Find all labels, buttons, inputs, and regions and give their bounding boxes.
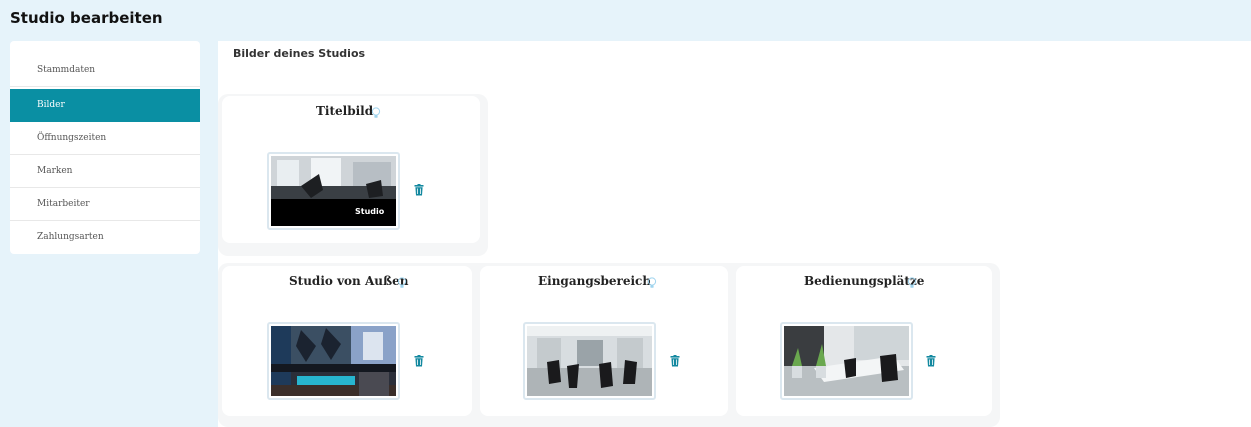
sidebar-item-bilder[interactable]: Bilder <box>10 89 200 122</box>
trash-icon[interactable] <box>670 355 680 367</box>
header-bar: Studio bearbeiten <box>0 0 1251 40</box>
photo-bedienungsplaetze[interactable] <box>780 322 913 400</box>
sidebar-item-oeffnungszeiten[interactable]: Öffnungszeiten <box>10 122 200 155</box>
photo-studio-von-aussen[interactable] <box>267 322 400 400</box>
card-title-studio-von-aussen: Studio von Außen <box>289 274 409 288</box>
lightbulb-icon[interactable] <box>371 107 381 119</box>
photo-overlay-text: Studio <box>355 207 385 216</box>
card-title-eingangsbereich: Eingangsbereich <box>538 274 652 288</box>
styling-stations-photo-image <box>784 326 909 396</box>
lightbulb-icon[interactable] <box>907 277 917 289</box>
sidebar-item-mitarbeiter[interactable]: Mitarbeiter <box>10 188 200 221</box>
lightbulb-icon[interactable] <box>647 277 657 289</box>
titelbild-photo-image: Studio <box>271 156 396 226</box>
sidebar-nav: Stammdaten Bilder Öffnungszeiten Marken … <box>10 41 200 254</box>
lightbulb-icon[interactable] <box>397 277 407 289</box>
trash-icon[interactable] <box>926 355 936 367</box>
trash-icon[interactable] <box>414 184 424 196</box>
sidebar-item-zahlungsarten[interactable]: Zahlungsarten <box>10 221 200 254</box>
studio-exterior-photo-image <box>271 326 396 396</box>
photo-titelbild[interactable]: Studio <box>267 152 400 230</box>
sidebar-item-stammdaten[interactable]: Stammdaten <box>10 54 200 87</box>
trash-icon[interactable] <box>414 355 424 367</box>
photo-eingangsbereich[interactable] <box>523 322 656 400</box>
sidebar-item-marken[interactable]: Marken <box>10 155 200 188</box>
entrance-photo-image <box>527 326 652 396</box>
card-title-titelbild: Titelbild <box>316 104 374 118</box>
section-title: Bilder deines Studios <box>233 47 366 60</box>
page-title: Studio bearbeiten <box>10 9 163 27</box>
